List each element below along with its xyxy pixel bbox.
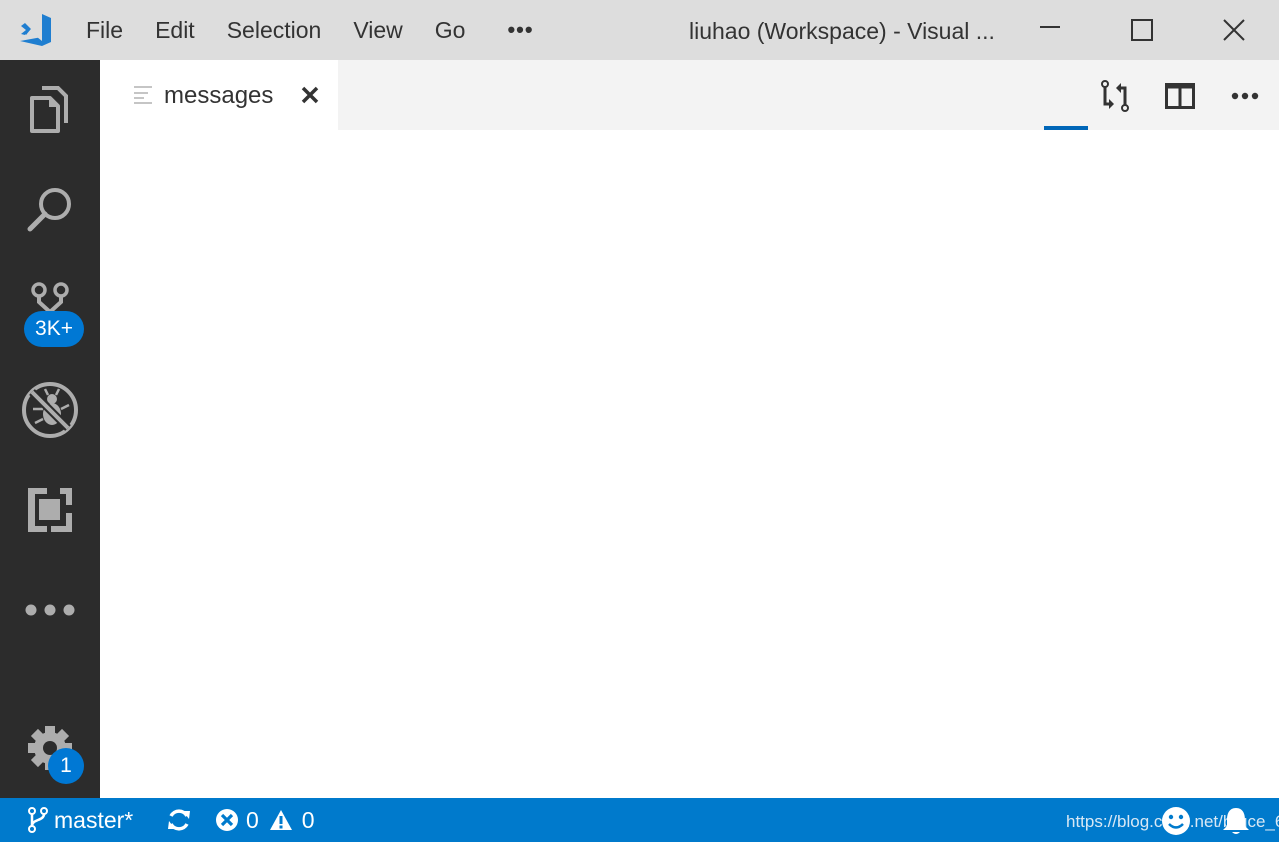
warning-icon <box>269 810 292 830</box>
maximize-button[interactable] <box>1096 0 1188 60</box>
activity-search[interactable] <box>0 160 100 260</box>
editor-tab-strip: messages <box>100 60 1279 130</box>
file-lines-icon <box>134 86 152 104</box>
notifications-bell-icon[interactable] <box>1222 806 1250 836</box>
activity-settings[interactable] <box>0 698 100 798</box>
source-control-badge: 3K+ <box>24 311 84 347</box>
maximize-icon <box>1131 19 1153 41</box>
extensions-icon <box>28 488 72 532</box>
minimize-button[interactable] <box>1004 0 1096 60</box>
debug-disabled-icon <box>22 382 78 438</box>
compare-changes-icon <box>1101 80 1129 112</box>
close-window-button[interactable] <box>1188 0 1279 60</box>
split-editor-icon <box>1165 83 1195 109</box>
menu-more-button[interactable]: ••• <box>481 0 559 60</box>
git-branch-icon <box>28 807 48 833</box>
menu-file[interactable]: File <box>70 0 139 60</box>
open-changes-button[interactable] <box>1094 74 1138 118</box>
activity-extensions[interactable] <box>0 460 100 560</box>
vscode-logo-icon <box>20 14 51 46</box>
close-tab-icon[interactable] <box>300 85 320 105</box>
problems-status[interactable]: 0 0 <box>215 798 315 842</box>
menu-view[interactable]: View <box>337 0 418 60</box>
sync-icon <box>168 809 190 831</box>
menu-go[interactable]: Go <box>419 0 482 60</box>
activity-bar: 3K+ 1 <box>0 60 100 798</box>
more-actions-button[interactable] <box>1223 74 1267 118</box>
split-editor-button[interactable] <box>1158 74 1202 118</box>
tab-messages[interactable]: messages <box>100 60 338 130</box>
ellipsis-icon <box>25 604 75 616</box>
ellipsis-icon <box>1231 92 1259 100</box>
activity-more[interactable] <box>0 560 100 660</box>
menu-edit[interactable]: Edit <box>139 0 211 60</box>
branch-name: master* <box>54 806 134 833</box>
menu-bar: File Edit Selection View Go ••• <box>70 0 560 60</box>
warning-count: 0 <box>301 806 315 833</box>
activity-explorer[interactable] <box>0 60 100 160</box>
title-bar: File Edit Selection View Go ••• liuhao (… <box>0 0 1279 60</box>
minimize-icon <box>1040 26 1060 28</box>
branch-status[interactable]: master* <box>28 798 133 842</box>
tab-label: messages <box>164 82 274 109</box>
editor-area[interactable] <box>100 130 1279 798</box>
settings-badge: 1 <box>48 748 84 784</box>
sync-button[interactable] <box>166 798 192 842</box>
error-count: 0 <box>246 806 259 833</box>
feedback-smiley-icon[interactable] <box>1161 806 1191 836</box>
window-title: liuhao (Workspace) - Visual ... <box>689 18 995 44</box>
close-icon <box>1223 19 1245 41</box>
files-icon <box>30 86 68 133</box>
activity-debug[interactable] <box>0 360 100 460</box>
error-icon <box>216 809 238 831</box>
menu-selection[interactable]: Selection <box>211 0 338 60</box>
status-bar: master* 0 0 https://blog.csdn.net/bruce_… <box>0 798 1279 842</box>
search-icon <box>27 188 71 232</box>
